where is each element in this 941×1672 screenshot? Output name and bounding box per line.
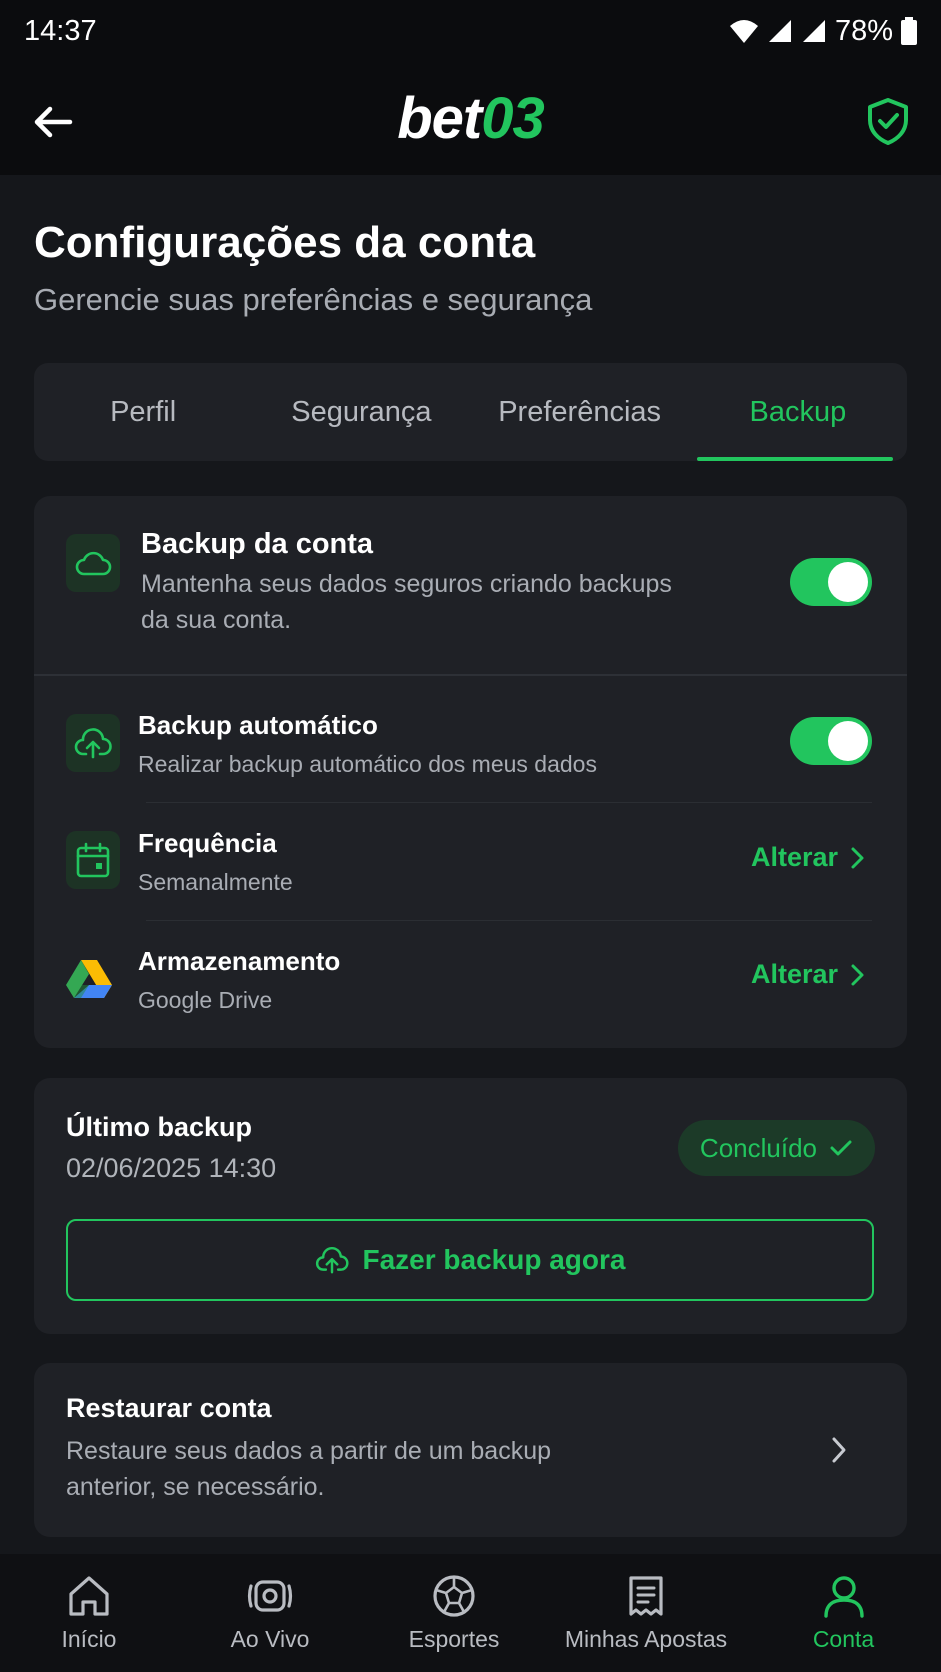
settings-tabs: Perfil Segurança Preferências Backup [34,363,907,461]
user-icon [823,1576,864,1618]
shield-check-icon[interactable] [863,96,913,146]
back-arrow-icon[interactable] [30,98,78,146]
auto-backup-title: Backup automático [138,710,378,740]
check-icon [830,1140,852,1156]
status-time: 14:37 [24,14,97,47]
tab-preferencias[interactable]: Preferências [471,363,689,461]
sports-ball-icon [433,1575,475,1617]
nav-label: Conta [812,1626,875,1652]
battery-percent: 78% [834,14,893,47]
divider [34,674,907,676]
last-backup-card: Último backup 02/06/2025 14:30 Concluído… [34,1078,907,1334]
backup-account-desc-1: Mantenha seus dados seguros criando back… [141,570,672,598]
nav-label: Ao Vivo [230,1626,310,1652]
nav-label: Minhas Apostas [564,1626,728,1652]
nav-label: Início [61,1626,117,1652]
storage-change-label: Alterar [751,959,839,989]
frequency-change-label: Alterar [751,842,839,872]
nav-label: Esportes [408,1626,500,1652]
backup-now-button[interactable]: Fazer backup agora [66,1219,874,1301]
last-backup-datetime: 02/06/2025 14:30 [66,1153,277,1183]
storage-title: Armazenamento [138,946,341,976]
frequency-change-button[interactable]: Alterar [751,842,866,873]
last-backup-title: Último backup [66,1112,253,1142]
chevron-right-icon [851,964,864,985]
cloud-icon-box [66,534,120,592]
backup-account-desc-2: da sua conta. [141,606,292,634]
storage-value: Google Drive [138,987,273,1013]
nav-inicio[interactable]: Início [0,1554,178,1672]
calendar-icon [76,842,110,878]
chevron-right-icon[interactable] [830,1436,848,1464]
battery-icon [901,17,917,45]
status-icons: 78% [729,15,917,48]
backup-account-toggle[interactable] [790,558,872,606]
frequency-value: Semanalmente [138,869,293,895]
page-title: Configurações da conta [34,218,536,267]
tab-backup[interactable]: Backup [689,363,907,461]
cloud-upload-icon [74,728,112,759]
cloud-upload-icon-box [66,714,120,772]
restore-account-card[interactable]: Restaurar conta Restaure seus dados a pa… [34,1363,907,1537]
tab-perfil[interactable]: Perfil [34,363,252,461]
page-subtitle: Gerencie suas preferências e segurança [34,282,593,317]
bottom-navigation: Início Ao Vivo Esportes Minhas Apostas C… [0,1554,941,1672]
signal-icon-2 [802,20,825,42]
frequency-title: Frequência [138,828,277,858]
calendar-icon-box [66,831,120,889]
brand-logo: bet03 [397,86,545,151]
nav-minhas-apostas[interactable]: Minhas Apostas [546,1554,746,1672]
chevron-right-icon [851,847,864,868]
nav-ao-vivo[interactable]: Ao Vivo [178,1554,362,1672]
auto-backup-toggle[interactable] [790,717,872,765]
backup-settings-card: Backup da conta Mantenha seus dados segu… [34,496,907,1048]
google-drive-icon [66,960,112,998]
toggle-knob [828,562,868,602]
signal-icon [768,20,791,42]
backup-now-label: Fazer backup agora [362,1244,626,1275]
auto-backup-desc: Realizar backup automático dos meus dado… [138,751,597,777]
divider [146,920,872,921]
home-icon [69,1576,109,1616]
bets-ticket-icon [629,1576,663,1616]
cloud-upload-icon [315,1246,349,1274]
backup-account-title: Backup da conta [141,528,374,560]
app-bar: bet03 [0,62,941,175]
divider [146,802,872,803]
restore-desc-2: anterior, se necessário. [66,1473,325,1501]
tab-seguranca[interactable]: Segurança [252,363,470,461]
restore-title: Restaurar conta [66,1393,272,1423]
cloud-icon [75,551,112,576]
toggle-knob [828,721,868,761]
nav-conta[interactable]: Conta [746,1554,941,1672]
status-badge: Concluído [677,1120,875,1176]
status-badge-label: Concluído [699,1132,817,1163]
restore-desc-1: Restaure seus dados a partir de um backu… [66,1437,551,1465]
live-icon [247,1580,293,1612]
wifi-icon [729,20,758,43]
nav-esportes[interactable]: Esportes [362,1554,546,1672]
status-bar: 14:37 78% [0,0,941,62]
storage-change-button[interactable]: Alterar [751,959,866,990]
